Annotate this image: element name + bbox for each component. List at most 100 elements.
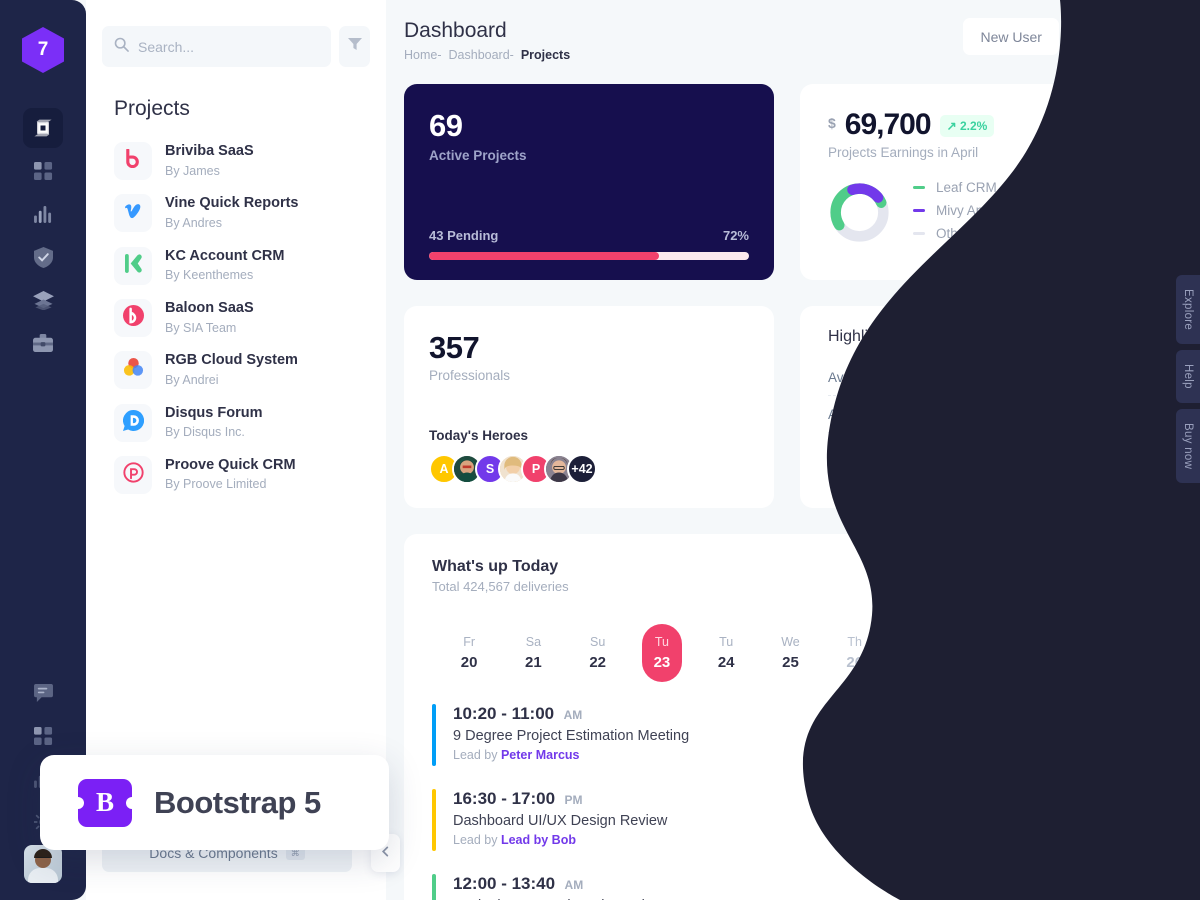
search-input[interactable]: [138, 38, 319, 55]
project-text: Briviba SaaS By James: [165, 142, 254, 180]
projects-list: Briviba SaaS By James Vine Quick Reports…: [86, 135, 386, 501]
rail-primary-nav: [23, 108, 63, 366]
side-tab-buy-now[interactable]: Buy now: [1176, 408, 1200, 484]
avatar-initial: P: [531, 462, 541, 476]
rail-item-dashboard[interactable]: [23, 108, 63, 148]
day-23-selected[interactable]: Tu 23: [630, 624, 694, 682]
day-30[interactable]: Mo 30: [1080, 624, 1144, 682]
legend-value: $2,820: [1108, 203, 1150, 218]
dashboard-grid: 69 Active Projects 43 Pending 72% $ 69,7…: [386, 74, 1200, 900]
highlight-value-group: ↗ 7.8 /10: [1087, 369, 1150, 385]
highlight-value-group: ↙ 730: [1109, 406, 1150, 422]
search-box[interactable]: [102, 26, 331, 67]
day-of-week: Sa: [525, 635, 542, 649]
heroes-label: Today's Heroes: [429, 428, 528, 443]
list-item[interactable]: RGB Cloud System By Andrei: [102, 344, 370, 396]
active-projects-progress-section: 43 Pending 72%: [429, 228, 749, 260]
project-logo: [114, 142, 152, 181]
beats-icon: [122, 305, 144, 331]
legend-row-leaf-crm: Leaf CRM $7,660: [913, 180, 1150, 195]
day-25[interactable]: We 25: [758, 624, 822, 682]
highlight-row-agent-earnings: Avg. Agent Earnings ↗ $2,309: [828, 433, 1150, 470]
rail-item-widgets[interactable]: [23, 716, 63, 756]
new-goal-button[interactable]: New Goal: [1068, 18, 1175, 58]
event-lead-name[interactable]: Lead by Bob: [501, 833, 576, 847]
event-title: 9 Degree Project Estimation Meeting: [453, 728, 690, 744]
day-number: 24: [717, 654, 735, 671]
rail-item-security[interactable]: [23, 237, 63, 277]
event-ampm: AM: [564, 878, 584, 892]
bootstrap-logo-letter: B: [95, 787, 114, 817]
legend-row-mivy-app: Mivy App $2,820: [913, 203, 1150, 218]
event-lead-name[interactable]: Peter Marcus: [501, 748, 580, 762]
project-text: KC Account CRM By Keenthemes: [165, 247, 284, 285]
new-user-button[interactable]: New User: [963, 18, 1059, 55]
project-name: Proove Quick CRM: [165, 456, 296, 473]
event-ampm: AM: [563, 708, 583, 722]
list-item[interactable]: Proove Quick CRM By Proove Limited: [102, 449, 370, 501]
day-number: 29: [1039, 654, 1056, 671]
disqus-icon: [122, 409, 144, 436]
project-logo: [114, 456, 152, 495]
rail-item-projects[interactable]: [23, 323, 63, 363]
day-number: 23: [653, 654, 671, 671]
grid-icon: [33, 161, 53, 181]
project-owner: By SIA Team: [165, 320, 237, 335]
cards-row-2: 357 Professionals Today's Heroes A S P +…: [404, 306, 1175, 508]
event-view-button[interactable]: View: [1089, 880, 1149, 900]
list-item[interactable]: Vine Quick Reports By Andres: [102, 187, 370, 239]
list-item[interactable]: KC Account CRM By Keenthemes: [102, 240, 370, 292]
side-tab-explore[interactable]: Explore: [1176, 275, 1200, 345]
highlight-label: Avg. Client Rating: [828, 369, 936, 385]
day-26[interactable]: Th 26: [823, 624, 887, 682]
side-tab-help[interactable]: Help: [1176, 350, 1200, 403]
vimeo-icon: [123, 201, 143, 226]
breadcrumb-home[interactable]: Home-: [404, 48, 442, 62]
donut-chart: [828, 181, 891, 249]
active-projects-label: Active Projects: [429, 148, 527, 163]
event-view-button[interactable]: View: [1089, 795, 1149, 827]
report-center-button[interactable]: Report Cecnter: [1028, 558, 1149, 592]
avatar-more[interactable]: +42: [567, 454, 597, 484]
filter-button[interactable]: [339, 26, 370, 67]
list-item[interactable]: Baloon SaaS By SIA Team: [102, 292, 370, 344]
rail-item-layers[interactable]: [23, 280, 63, 320]
chat-icon: [33, 684, 53, 702]
whats-up-title: What's up Today: [432, 558, 559, 575]
day-27[interactable]: Fri 27: [887, 624, 951, 682]
event-item: 16:30 - 17:00 PM Dashboard UI/UX Design …: [432, 789, 1149, 874]
project-text: Proove Quick CRM By Proove Limited: [165, 456, 296, 494]
project-text: Baloon SaaS By SIA Team: [165, 299, 254, 337]
project-owner: By Disqus Inc.: [165, 425, 245, 440]
event-color-bar: [432, 704, 436, 766]
avatar-initial: A: [439, 462, 449, 476]
project-logo: [114, 194, 152, 233]
day-21[interactable]: Sa 21: [501, 624, 565, 682]
app-logo[interactable]: 7: [22, 27, 64, 73]
list-item[interactable]: Briviba SaaS By James: [102, 135, 370, 187]
day-of-week: Fri: [911, 635, 927, 649]
day-29[interactable]: Su 29: [1015, 624, 1079, 682]
day-20[interactable]: Fr 20: [437, 624, 501, 682]
legend-label: Others: [936, 226, 977, 241]
day-of-week: Su: [1039, 635, 1056, 649]
bar-chart-icon: [33, 205, 53, 223]
event-lead: Lead by Peter Marcus: [453, 748, 689, 762]
legend-value: $45,257: [1101, 226, 1150, 241]
breadcrumb-dashboard[interactable]: Dashboard-: [449, 48, 514, 62]
day-24[interactable]: Tu 24: [694, 624, 758, 682]
avatar-initial: S: [485, 462, 495, 476]
earnings-legend: Leaf CRM $7,660 Mivy App $2,820 Others $…: [913, 180, 1150, 249]
user-avatar[interactable]: [24, 845, 62, 883]
rail-item-analytics[interactable]: [23, 194, 63, 234]
day-28[interactable]: Sa 28: [951, 624, 1015, 682]
shield-check-icon: [33, 246, 53, 268]
day-22[interactable]: Su 22: [566, 624, 630, 682]
day-of-week: Su: [590, 635, 606, 649]
rail-item-messages[interactable]: [23, 673, 63, 713]
search-row: [86, 0, 386, 67]
list-item[interactable]: Disqus Forum By Disqus Inc.: [102, 397, 370, 449]
rail-item-apps[interactable]: [23, 151, 63, 191]
project-logo: [114, 299, 152, 338]
event-view-button[interactable]: View: [1089, 710, 1149, 742]
